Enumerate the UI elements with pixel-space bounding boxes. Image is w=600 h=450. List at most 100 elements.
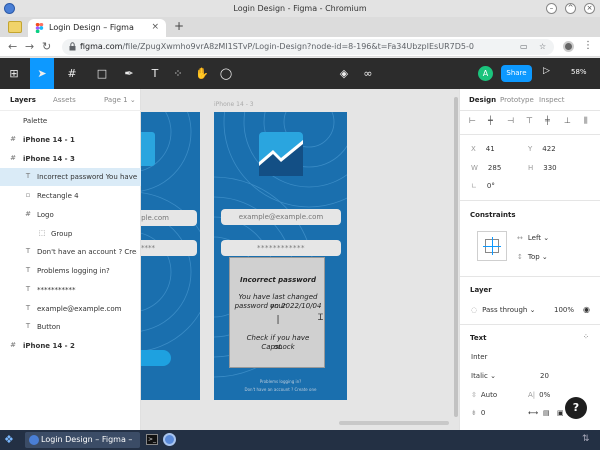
tab-assets[interactable]: Assets [53,96,76,104]
distribute-icon[interactable]: ⫼ [584,116,588,126]
layer-row[interactable]: T Problems logging in? [0,262,141,280]
font-size-field[interactable]: 20 [540,372,549,380]
fixed-size-icon[interactable]: ▣ [557,409,564,417]
text-tool-icon[interactable]: T [143,58,167,89]
blend-mode-select[interactable]: ◌ Pass through ⌄ [471,306,535,314]
share-button[interactable]: Share [501,65,532,82]
layer-row[interactable]: T Don't have an account ? Creat... [0,243,141,261]
layer-label: example@example.com [37,305,122,313]
layer-row-selected[interactable]: T Incorrect password You have ... [0,168,141,186]
logo-partial [141,132,155,166]
design-panel: Design Prototype Inspect ⊢ ┿ ⊣ ⊤ ╪ ⊥ ⫼ X… [459,89,600,430]
constraints-widget[interactable] [477,231,507,261]
layer-row[interactable]: ⬚ Group [0,225,141,243]
text-styles-icon[interactable]: ⁘ [583,333,589,341]
layer-label: Don't have an account ? Creat... [37,248,137,256]
component-icon[interactable]: ◈ [332,58,356,89]
start-menu-icon[interactable]: ❖ [4,433,17,446]
email-field: example@example.com [221,209,341,225]
layer-row[interactable]: Palette [0,112,141,130]
font-family-select[interactable]: Inter [471,353,487,361]
close-window-icon[interactable]: × [584,3,595,14]
chromium-launcher-icon[interactable] [163,433,176,446]
align-center-h-icon[interactable]: ┿ [488,116,493,125]
layer-label: iPhone 14 - 3 [23,155,75,163]
frame-tool-icon[interactable]: # [60,58,84,89]
layer-row[interactable]: T *********** [0,281,141,299]
height-field[interactable]: H 330 [528,164,557,172]
tab-design[interactable]: Design [469,96,496,104]
align-top-icon[interactable]: ⊤ [526,116,533,125]
iphone-frame-partial[interactable]: mple.com **** [141,112,200,400]
layer-row[interactable]: # Logo [0,206,141,224]
layer-section-title: Layer [470,286,492,294]
x-field[interactable]: X 41 [471,145,495,153]
tab-layers[interactable]: Layers [10,96,36,104]
user-avatar[interactable]: A [478,66,493,81]
width-field[interactable]: W 285 [471,164,501,172]
comment-tool-icon[interactable]: ◯ [214,58,238,89]
url-text: figma.com/file/ZpugXwmho9vrA8zMI1STvP/Lo… [80,42,474,51]
layer-row[interactable]: T example@example.com [0,300,141,318]
constraint-vertical[interactable]: ↕ Top ⌄ [517,253,548,261]
link-icon[interactable]: ∞ [356,58,380,89]
resize-height-icon[interactable]: ▤ [543,409,550,417]
move-tool-icon[interactable]: ➤ [30,58,54,89]
tab-cast-icon[interactable]: ▭ [520,42,528,51]
maximize-icon[interactable]: ^ [565,3,576,14]
bookmark-star-icon[interactable]: ☆ [539,42,546,51]
text-layer-icon: T [25,304,31,312]
layer-row[interactable]: # iPhone 14 - 1 [0,131,141,149]
reload-icon[interactable]: ↻ [42,40,51,53]
help-button[interactable]: ? [565,397,587,419]
pen-tool-icon[interactable]: ✒ [117,58,141,89]
layer-row[interactable]: T Button [0,318,141,336]
taskbar-window-item[interactable]: Login Design – Figma – ... [25,432,140,448]
zoom-level[interactable]: 58% [571,68,587,76]
text-layer-icon: T [25,247,31,255]
visibility-eye-icon[interactable]: ◉ [583,305,590,314]
back-icon[interactable]: ← [8,40,17,53]
align-left-icon[interactable]: ⊢ [469,116,476,125]
line-height-field[interactable]: ⇳ Auto [471,391,497,399]
minimize-icon[interactable]: – [546,3,557,14]
system-tray-icon[interactable]: ⇅ [582,434,590,444]
browser-menu-icon[interactable]: ⋮ [583,40,593,51]
letter-spacing-field[interactable]: A| 0% [528,391,550,399]
incorrect-password-popup[interactable]: Incorrect password You have last changed… [229,257,325,368]
tab-prototype[interactable]: Prototype [500,96,534,104]
shape-tool-icon[interactable]: □ [90,58,114,89]
align-right-icon[interactable]: ⊣ [507,116,514,125]
layer-label: *********** [37,286,76,294]
resize-width-icon[interactable]: ⟷ [528,409,538,417]
new-tab-button[interactable]: + [174,19,184,33]
tab-close-icon[interactable]: × [151,22,159,32]
text-layer-icon: T [25,266,31,274]
layer-row[interactable]: # iPhone 14 - 3 [0,150,141,168]
hand-tool-icon[interactable]: ✋ [190,58,214,89]
rotation-field[interactable]: ∟ 0° [471,182,495,190]
present-play-icon[interactable]: ▷ [543,66,550,76]
constraint-horizontal[interactable]: ↔ Left ⌄ [517,234,549,242]
resources-icon[interactable]: ⁘ [166,58,190,89]
tab-inspect[interactable]: Inspect [539,96,565,104]
forward-icon[interactable]: → [25,40,34,53]
opacity-field[interactable]: 100% [554,306,574,314]
profile-icon[interactable] [563,41,574,52]
layer-row[interactable]: # iPhone 14 - 2 [0,337,141,355]
layer-row[interactable]: ▫ Rectangle 4 [0,187,141,205]
page-selector[interactable]: Page 1 ⌄ [104,96,136,104]
terminal-icon[interactable]: >_ [146,434,158,445]
url-field[interactable]: figma.com/file/ZpugXwmho9vrA8zMI1STvP/Lo… [62,39,554,55]
main-menu-icon[interactable]: ⊞ [2,58,26,89]
browser-tab[interactable]: Login Design – Figma × [28,19,166,37]
y-field[interactable]: Y 422 [528,145,556,153]
design-canvas[interactable]: mple.com **** iPhone 14 - 3 example@exam… [141,89,459,430]
paragraph-spacing-field[interactable]: ⇟ 0 [471,409,485,417]
align-middle-v-icon[interactable]: ╪ [545,116,550,125]
align-bottom-icon[interactable]: ⊥ [564,116,571,125]
login-button-partial [141,350,171,366]
canvas-horizontal-scrollbar[interactable] [339,421,449,425]
font-style-select[interactable]: Italic ⌄ [471,372,496,380]
tab-search-icon[interactable] [8,21,22,33]
